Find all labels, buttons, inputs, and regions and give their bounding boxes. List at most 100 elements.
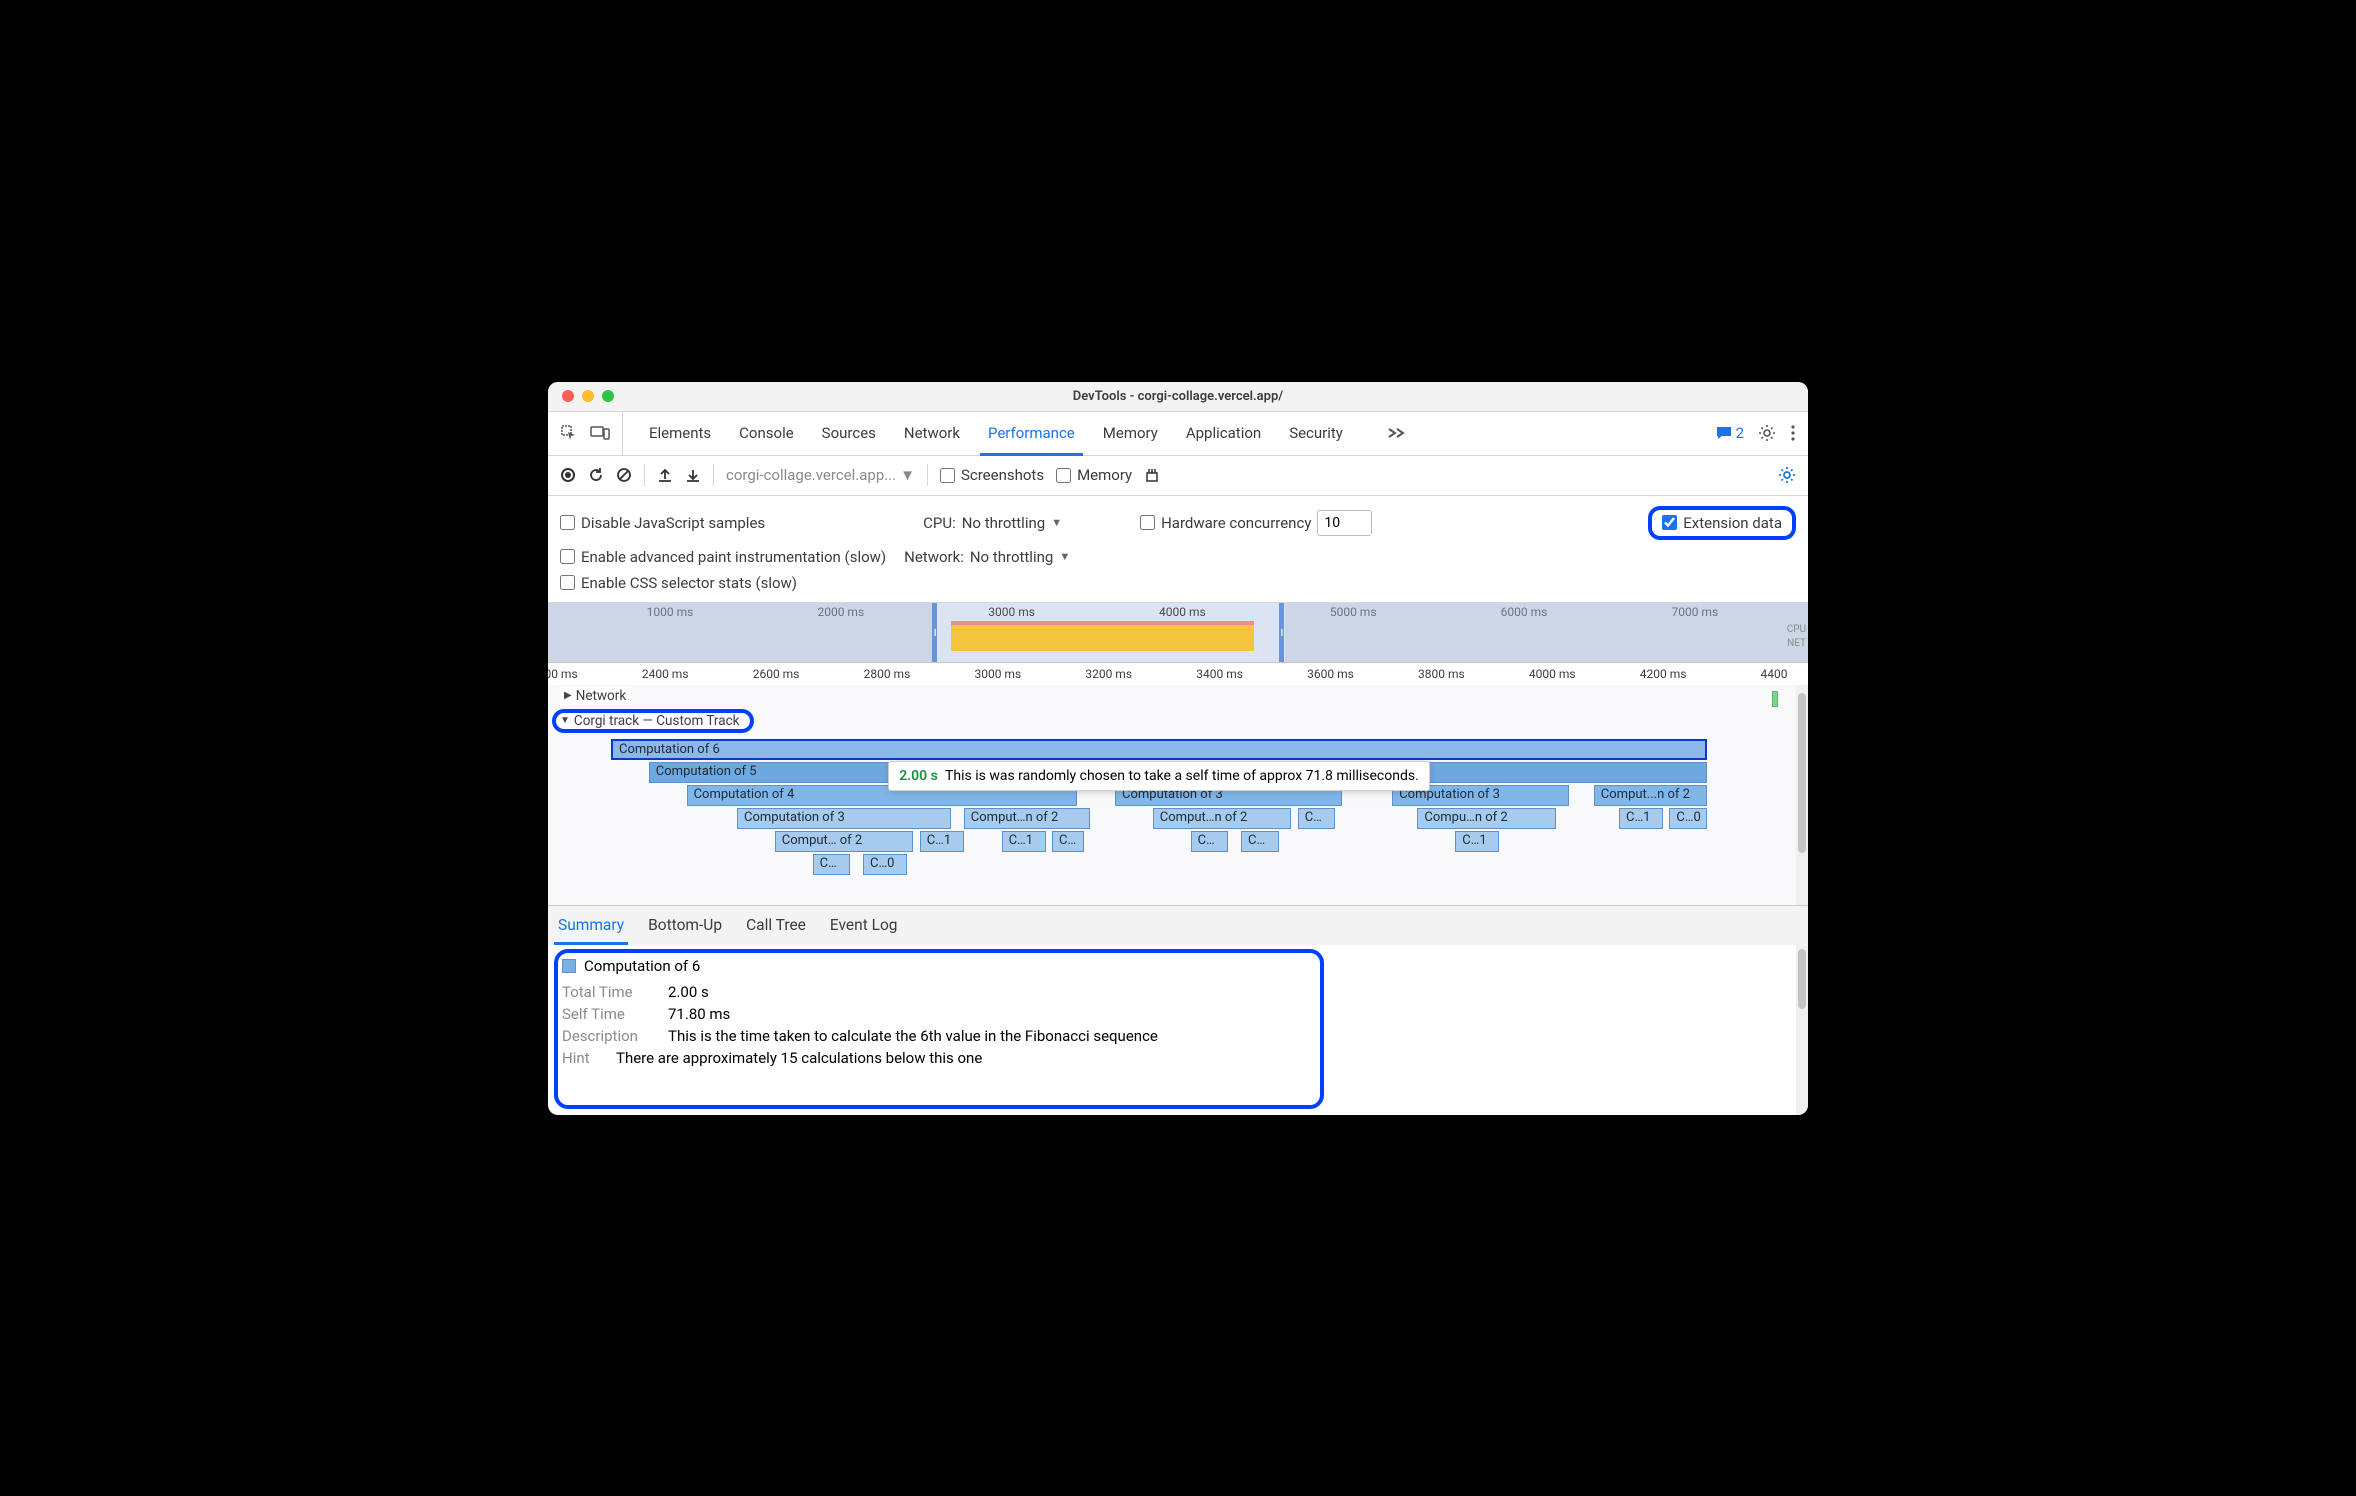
memory-checkbox[interactable]: Memory [1056, 466, 1132, 484]
kebab-menu-icon[interactable] [1790, 424, 1796, 442]
enable-paint-checkbox[interactable]: Enable advanced paint instrumentation (s… [560, 548, 886, 566]
device-toggle-icon[interactable] [590, 425, 610, 441]
main-tabbar: Elements Console Sources Network Perform… [548, 412, 1808, 456]
overview-handle-right[interactable] [1279, 603, 1284, 662]
disable-js-label: Disable JavaScript samples [581, 514, 765, 532]
css-stats-label: Enable CSS selector stats (slow) [581, 574, 797, 592]
inspect-icon[interactable] [560, 424, 578, 442]
css-stats-checkbox[interactable]: Enable CSS selector stats (slow) [560, 574, 797, 592]
overview-minimap[interactable]: 1000 ms 2000 ms 3000 ms 4000 ms 5000 ms … [548, 603, 1808, 663]
flame-bar-l3e[interactable]: Compu…n of 2 [1417, 808, 1556, 829]
ov-tick: 4000 ms [1159, 605, 1206, 619]
cpu-label: CPU: [923, 514, 956, 532]
ruler-tick: 3200 ms [1085, 667, 1132, 681]
tab-application[interactable]: Application [1186, 412, 1261, 455]
flame-bar-l3d[interactable]: C… [1298, 808, 1336, 829]
network-track-text: Network [576, 688, 626, 704]
summary-scrollbar[interactable] [1796, 945, 1808, 1115]
flame-bar-l4f[interactable]: C… [1241, 831, 1279, 852]
scrollbar-thumb[interactable] [1798, 693, 1806, 853]
flame-bar-l3b[interactable]: Comput…n of 2 [964, 808, 1090, 829]
more-tabs-icon[interactable] [1387, 427, 1407, 439]
garbage-collect-icon[interactable] [1144, 467, 1160, 483]
tab-sources[interactable]: Sources [822, 412, 876, 455]
clear-icon[interactable] [616, 467, 632, 483]
flame-bar-l2d[interactable]: Comput...n of 2 [1594, 785, 1707, 806]
ruler-tick: 3600 ms [1307, 667, 1354, 681]
tab-security[interactable]: Security [1289, 412, 1343, 455]
summary-title-row: Computation of 6 [562, 957, 1794, 975]
screenshots-checkbox[interactable]: Screenshots [940, 466, 1044, 484]
tab-performance[interactable]: Performance [988, 412, 1075, 455]
details-tab-eventlog[interactable]: Event Log [830, 906, 898, 945]
profile-dropdown[interactable]: corgi-collage.vercel.app... ▼ [726, 466, 915, 484]
flame-bar-l3c[interactable]: Comput…n of 2 [1153, 808, 1292, 829]
gear-icon[interactable] [1758, 424, 1776, 442]
flame-bar-l5a[interactable]: C… [813, 854, 851, 875]
ruler-tick: 4200 ms [1640, 667, 1687, 681]
upload-icon[interactable] [657, 467, 673, 483]
network-track-label[interactable]: ▶ Network [560, 687, 630, 705]
flame-bar-l5b[interactable]: C…0 [863, 854, 907, 875]
tooltip-time: 2.00 s [899, 768, 938, 784]
tab-elements[interactable]: Elements [649, 412, 711, 455]
flame-chart[interactable]: ▶ Network ▼ Corgi track — Custom Track C… [548, 685, 1808, 905]
record-icon[interactable] [560, 467, 576, 483]
cpu-select[interactable]: CPU: No throttling ▼ [923, 514, 1062, 532]
ruler-tick: 3800 ms [1418, 667, 1465, 681]
network-select[interactable]: Network: No throttling ▼ [904, 548, 1070, 566]
maximize-icon[interactable] [602, 390, 614, 402]
tab-console[interactable]: Console [739, 412, 794, 455]
hw-concurrency-input[interactable] [1317, 510, 1372, 536]
cpu-value: No throttling [962, 514, 1045, 532]
custom-track-label[interactable]: ▼ Corgi track — Custom Track [552, 709, 754, 733]
extension-data-checkbox[interactable]: Extension data [1662, 514, 1782, 532]
description-value: This is the time taken to calculate the … [668, 1027, 1158, 1045]
flame-bar-l4e[interactable]: C… [1191, 831, 1229, 852]
settings-gear-icon[interactable] [1778, 466, 1796, 484]
close-icon[interactable] [562, 390, 574, 402]
enable-paint-label: Enable advanced paint instrumentation (s… [581, 548, 886, 566]
reload-icon[interactable] [588, 467, 604, 483]
ruler-tick: 3000 ms [974, 667, 1021, 681]
arrow-down-icon: ▼ [560, 715, 570, 726]
time-ruler: 2200 ms 2400 ms 2600 ms 2800 ms 3000 ms … [548, 663, 1808, 685]
details-tab-summary[interactable]: Summary [558, 906, 624, 945]
total-time-label: Total Time [562, 983, 654, 1001]
ruler-tick: 2400 ms [642, 667, 689, 681]
details-tab-calltree[interactable]: Call Tree [746, 906, 806, 945]
messages-count: 2 [1736, 424, 1744, 442]
flame-bar-l4g[interactable]: C…1 [1455, 831, 1499, 852]
hw-concurrency[interactable]: Hardware concurrency [1140, 510, 1372, 536]
flame-scrollbar[interactable] [1796, 685, 1808, 905]
self-time-label: Self Time [562, 1005, 654, 1023]
flame-bar-l0[interactable]: Computation of 6 [611, 739, 1707, 760]
flame-bar-l4c[interactable]: C…1 [1002, 831, 1046, 852]
hint-value: There are approximately 15 calculations … [616, 1049, 982, 1067]
details-tab-bottomup[interactable]: Bottom-Up [648, 906, 722, 945]
performance-toolbar: corgi-collage.vercel.app... ▼ Screenshot… [548, 456, 1808, 496]
messages-badge[interactable]: 2 [1716, 424, 1744, 442]
disable-js-checkbox[interactable]: Disable JavaScript samples [560, 514, 765, 532]
hint-label: Hint [562, 1049, 602, 1067]
overview-handle-left[interactable] [932, 603, 937, 662]
flame-tooltip: 2.00 s This is was randomly chosen to ta… [888, 761, 1430, 791]
flame-bar-l3g[interactable]: C…0 [1669, 808, 1707, 829]
flame-bar-l3a[interactable]: Computation of 3 [737, 808, 951, 829]
summary-title: Computation of 6 [584, 957, 700, 975]
download-icon[interactable] [685, 467, 701, 483]
cpu-label: CPU [1787, 623, 1806, 637]
tab-memory[interactable]: Memory [1103, 412, 1158, 455]
flame-bar-l4a[interactable]: Comput… of 2 [775, 831, 914, 852]
ov-tick: 3000 ms [988, 605, 1035, 619]
tab-network[interactable]: Network [904, 412, 960, 455]
arrow-right-icon: ▶ [564, 690, 572, 701]
overview-shade-left [548, 603, 932, 662]
tooltip-text: This is was randomly chosen to take a se… [945, 768, 1419, 784]
scrollbar-thumb[interactable] [1798, 949, 1806, 1009]
ruler-tick: 3400 ms [1196, 667, 1243, 681]
flame-bar-l4b[interactable]: C…1 [920, 831, 964, 852]
flame-bar-l4d[interactable]: C… [1052, 831, 1084, 852]
minimize-icon[interactable] [582, 390, 594, 402]
flame-bar-l3f[interactable]: C…1 [1619, 808, 1663, 829]
